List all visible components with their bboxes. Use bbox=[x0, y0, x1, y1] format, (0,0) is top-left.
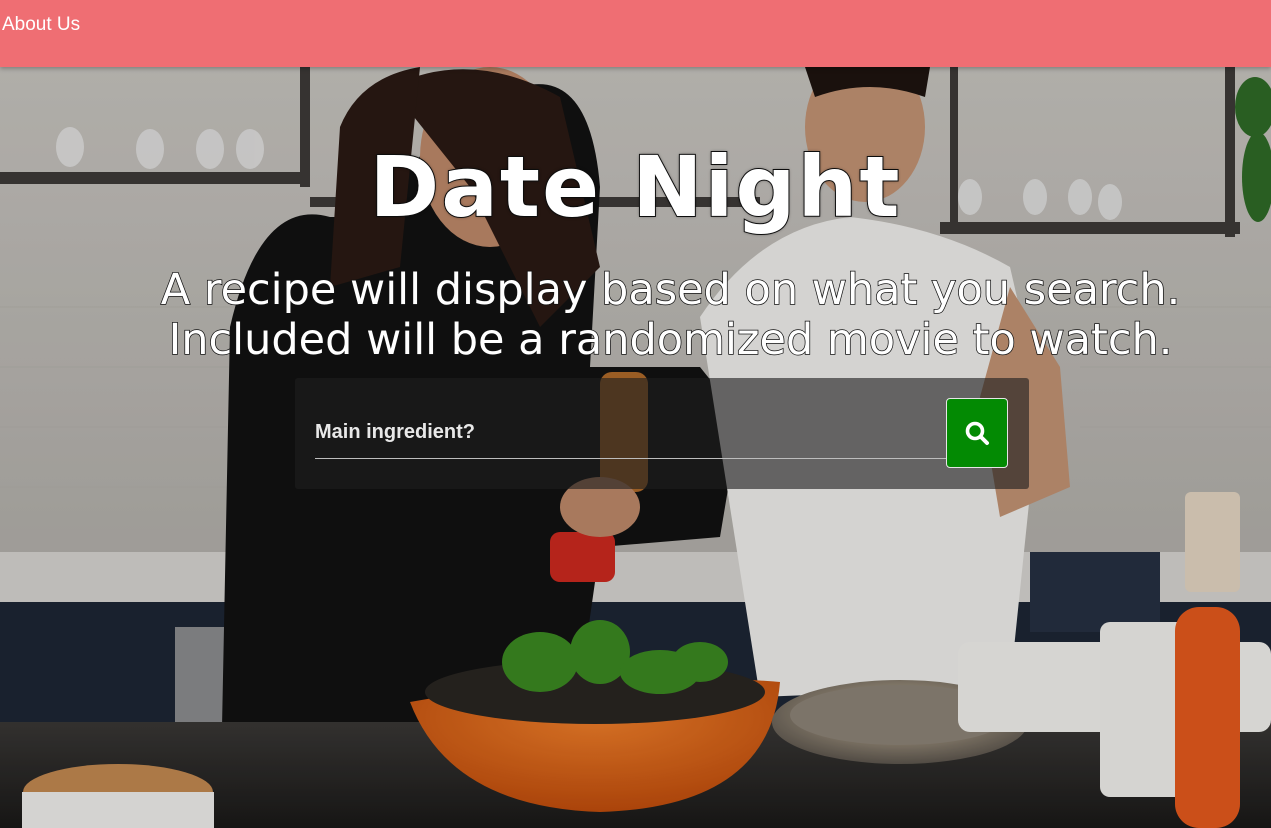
hero-subtitle: A recipe will display based on what you … bbox=[60, 264, 1271, 366]
search-button[interactable] bbox=[946, 398, 1008, 468]
search-form bbox=[295, 378, 1029, 489]
search-icon bbox=[965, 421, 989, 445]
hero-section: Date Night A recipe will display based o… bbox=[0, 67, 1271, 828]
about-us-link[interactable]: About Us bbox=[2, 14, 80, 36]
ingredient-search-input[interactable] bbox=[315, 406, 946, 459]
navbar: About Us bbox=[0, 0, 1271, 67]
hero-subtitle-line-1: A recipe will display based on what you … bbox=[160, 264, 1181, 316]
hero-subtitle-line-2: Included will be a randomized movie to w… bbox=[168, 314, 1173, 366]
page-title: Date Night bbox=[369, 137, 902, 237]
